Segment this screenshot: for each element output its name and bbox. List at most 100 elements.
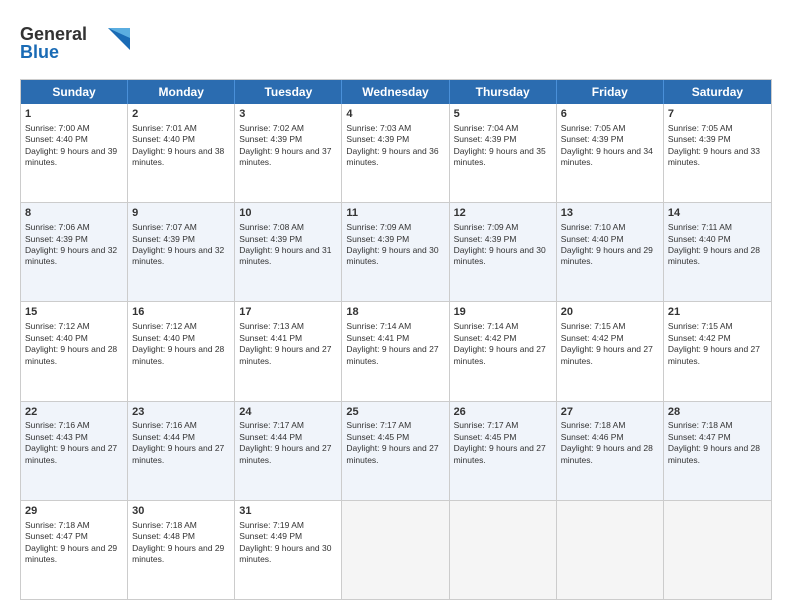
sunset-text: Sunset: 4:40 PM	[132, 333, 195, 343]
calendar-body: 1Sunrise: 7:00 AMSunset: 4:40 PMDaylight…	[21, 104, 771, 599]
calendar-cell: 27Sunrise: 7:18 AMSunset: 4:46 PMDayligh…	[557, 402, 664, 500]
day-number: 26	[454, 405, 552, 420]
sunset-text: Sunset: 4:40 PM	[561, 234, 624, 244]
sunset-text: Sunset: 4:41 PM	[239, 333, 302, 343]
sunset-text: Sunset: 4:39 PM	[668, 134, 731, 144]
daylight-text: Daylight: 9 hours and 29 minutes.	[561, 245, 653, 266]
day-number: 5	[454, 107, 552, 122]
sunrise-text: Sunrise: 7:18 AM	[668, 420, 733, 430]
sunset-text: Sunset: 4:47 PM	[25, 531, 88, 541]
calendar-header-day: Sunday	[21, 80, 128, 104]
sunrise-text: Sunrise: 7:18 AM	[25, 520, 90, 530]
sunset-text: Sunset: 4:39 PM	[132, 234, 195, 244]
day-number: 27	[561, 405, 659, 420]
day-number: 10	[239, 206, 337, 221]
sunrise-text: Sunrise: 7:08 AM	[239, 222, 304, 232]
day-number: 25	[346, 405, 444, 420]
sunrise-text: Sunrise: 7:18 AM	[132, 520, 197, 530]
sunrise-text: Sunrise: 7:15 AM	[668, 321, 733, 331]
daylight-text: Daylight: 9 hours and 28 minutes.	[668, 443, 760, 464]
daylight-text: Daylight: 9 hours and 27 minutes.	[454, 443, 546, 464]
calendar-cell: 23Sunrise: 7:16 AM Sunset: 4:44 PMDayligh…	[128, 402, 235, 500]
day-number: 4	[346, 107, 444, 122]
sunset-text: Sunset: 4:40 PM	[668, 234, 731, 244]
day-number: 1	[25, 107, 123, 122]
calendar-week-row: 8Sunrise: 7:06 AMSunset: 4:39 PMDaylight…	[21, 203, 771, 302]
calendar-cell: 14Sunrise: 7:11 AMSunset: 4:40 PMDayligh…	[664, 203, 771, 301]
calendar-cell: 17Sunrise: 7:13 AMSunset: 4:41 PMDayligh…	[235, 302, 342, 400]
day-number: 15	[25, 305, 123, 320]
daylight-text: Daylight: 9 hours and 27 minutes.	[454, 344, 546, 365]
daylight-text: Daylight: 9 hours and 32 minutes.	[25, 245, 117, 266]
header: General Blue	[20, 16, 772, 69]
calendar-cell: 11Sunrise: 7:09 AMSunset: 4:39 PMDayligh…	[342, 203, 449, 301]
sunset-text: Sunset: 4:39 PM	[239, 134, 302, 144]
calendar-header-day: Friday	[557, 80, 664, 104]
daylight-text: Daylight: 9 hours and 34 minutes.	[561, 146, 653, 167]
daylight-text: Daylight: 9 hours and 29 minutes.	[132, 543, 224, 564]
calendar-cell: 31Sunrise: 7:19 AMSunset: 4:49 PMDayligh…	[235, 501, 342, 599]
logo-text: General Blue	[20, 20, 130, 69]
sunrise-text: Sunrise: 7:19 AM	[239, 520, 304, 530]
daylight-text: Daylight: 9 hours and 27 minutes.	[132, 443, 224, 464]
daylight-text: Daylight: 9 hours and 35 minutes.	[454, 146, 546, 167]
daylight-text: Daylight: 9 hours and 27 minutes.	[239, 443, 331, 464]
sunrise-text: Sunrise: 7:14 AM	[454, 321, 519, 331]
calendar-cell	[450, 501, 557, 599]
sunrise-text: Sunrise: 7:12 AM	[132, 321, 197, 331]
calendar-cell: 19Sunrise: 7:14 AMSunset: 4:42 PMDayligh…	[450, 302, 557, 400]
day-number: 30	[132, 504, 230, 519]
sunset-text: Sunset: 4:40 PM	[25, 134, 88, 144]
sunset-text: Sunset: 4:40 PM	[25, 333, 88, 343]
sunrise-text: Sunrise: 7:09 AM	[346, 222, 411, 232]
sunset-text: Sunset: 4:39 PM	[346, 234, 409, 244]
daylight-text: Daylight: 9 hours and 30 minutes.	[346, 245, 438, 266]
sunset-text: Sunset: 4:45 PM	[346, 432, 409, 442]
sunset-text: Sunset: 4:40 PM	[132, 134, 195, 144]
calendar-cell: 1Sunrise: 7:00 AMSunset: 4:40 PMDaylight…	[21, 104, 128, 202]
sunset-text: Sunset: 4:42 PM	[561, 333, 624, 343]
daylight-text: Daylight: 9 hours and 27 minutes.	[25, 443, 117, 464]
day-number: 17	[239, 305, 337, 320]
sunset-text: Sunset: 4:39 PM	[346, 134, 409, 144]
calendar-cell: 24Sunrise: 7:17 AMSunset: 4:44 PMDayligh…	[235, 402, 342, 500]
calendar-cell: 18Sunrise: 7:14 AMSunset: 4:41 PMDayligh…	[342, 302, 449, 400]
day-number: 7	[668, 107, 767, 122]
sunrise-text: Sunrise: 7:06 AM	[25, 222, 90, 232]
calendar-cell: 8Sunrise: 7:06 AMSunset: 4:39 PMDaylight…	[21, 203, 128, 301]
sunrise-text: Sunrise: 7:16 AM	[132, 420, 197, 430]
calendar: SundayMondayTuesdayWednesdayThursdayFrid…	[20, 79, 772, 600]
day-number: 20	[561, 305, 659, 320]
sunset-text: Sunset: 4:41 PM	[346, 333, 409, 343]
calendar-header-day: Wednesday	[342, 80, 449, 104]
daylight-text: Daylight: 9 hours and 37 minutes.	[239, 146, 331, 167]
day-number: 31	[239, 504, 337, 519]
daylight-text: Daylight: 9 hours and 28 minutes.	[132, 344, 224, 365]
daylight-text: Daylight: 9 hours and 27 minutes.	[239, 344, 331, 365]
calendar-cell: 3Sunrise: 7:02 AMSunset: 4:39 PMDaylight…	[235, 104, 342, 202]
sunset-text: Sunset: 4:48 PM	[132, 531, 195, 541]
calendar-cell: 21Sunrise: 7:15 AMSunset: 4:42 PMDayligh…	[664, 302, 771, 400]
day-number: 16	[132, 305, 230, 320]
sunset-text: Sunset: 4:42 PM	[668, 333, 731, 343]
daylight-text: Daylight: 9 hours and 28 minutes.	[25, 344, 117, 365]
calendar-header-day: Monday	[128, 80, 235, 104]
sunrise-text: Sunrise: 7:17 AM	[454, 420, 519, 430]
calendar-cell	[557, 501, 664, 599]
daylight-text: Daylight: 9 hours and 31 minutes.	[239, 245, 331, 266]
day-number: 23	[132, 405, 230, 420]
calendar-cell: 9Sunrise: 7:07 AMSunset: 4:39 PMDaylight…	[128, 203, 235, 301]
calendar-cell: 30Sunrise: 7:18 AMSunset: 4:48 PM Dayligh…	[128, 501, 235, 599]
day-number: 28	[668, 405, 767, 420]
sunrise-text: Sunrise: 7:17 AM	[346, 420, 411, 430]
daylight-text: Daylight: 9 hours and 39 minutes.	[25, 146, 117, 167]
sunset-text: Sunset: 4:39 PM	[25, 234, 88, 244]
daylight-text: Daylight: 9 hours and 33 minutes.	[668, 146, 760, 167]
calendar-cell: 22Sunrise: 7:16 AMSunset: 4:43 PMDayligh…	[21, 402, 128, 500]
day-number: 19	[454, 305, 552, 320]
day-number: 2	[132, 107, 230, 122]
calendar-cell	[664, 501, 771, 599]
calendar-cell: 20Sunrise: 7:15 AMSunset: 4:42 PMDayligh…	[557, 302, 664, 400]
calendar-week-row: 15Sunrise: 7:12 AMSunset: 4:40 PMDayligh…	[21, 302, 771, 401]
sunset-text: Sunset: 4:44 PM	[132, 432, 195, 442]
